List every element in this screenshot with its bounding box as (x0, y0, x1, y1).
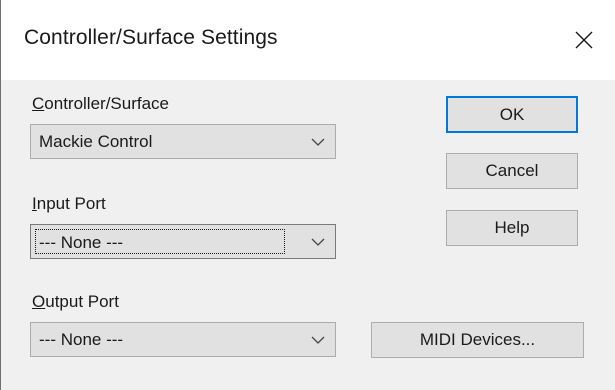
close-icon (575, 31, 593, 49)
ok-button[interactable]: OK (446, 96, 578, 133)
controller-surface-settings-dialog: Controller/Surface Settings Controller/S… (0, 0, 615, 390)
help-button[interactable]: Help (446, 210, 578, 246)
controller-surface-value: Mackie Control (39, 131, 153, 151)
midi-devices-button[interactable]: MIDI Devices... (371, 322, 584, 358)
controller-surface-label: Controller/Surface (32, 94, 170, 113)
close-button[interactable] (562, 20, 606, 60)
output-port-value: --- None --- (39, 329, 124, 349)
title-bar: Controller/Surface Settings (0, 0, 615, 80)
output-port-label: Output Port (32, 292, 119, 311)
input-port-select[interactable]: --- None --- (30, 224, 336, 259)
input-port-label: Input Port (32, 194, 106, 213)
chevron-down-icon (301, 323, 335, 356)
input-port-value: --- None --- (35, 229, 285, 254)
window-title: Controller/Surface Settings (24, 26, 278, 49)
cancel-button[interactable]: Cancel (446, 153, 578, 189)
chevron-down-icon (301, 125, 335, 158)
chevron-down-icon (301, 225, 335, 258)
controller-surface-select[interactable]: Mackie Control (30, 124, 336, 159)
output-port-select[interactable]: --- None --- (30, 322, 336, 357)
window-border (0, 0, 1, 390)
